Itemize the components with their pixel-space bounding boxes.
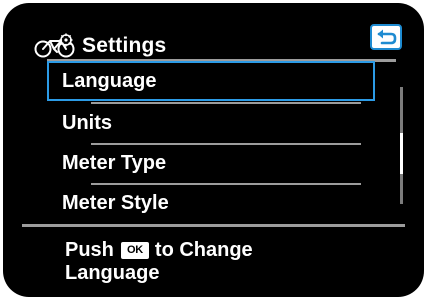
footer-hint: Push OK to Change Language	[65, 239, 253, 285]
menu-item-label: Meter Type	[62, 151, 167, 174]
footer-target: Language	[65, 262, 160, 284]
footer-divider	[22, 224, 405, 227]
return-arrow-icon	[377, 29, 397, 45]
menu-item-meter-style[interactable]: Meter Style	[47, 183, 375, 223]
bicycle-icon	[34, 33, 75, 58]
page-title: Settings	[82, 34, 167, 57]
menu-item-label: Meter Style	[62, 191, 169, 214]
menu-item-meter-type[interactable]: Meter Type	[47, 143, 375, 183]
ok-button-icon: OK	[120, 242, 149, 259]
back-button[interactable]	[370, 24, 402, 50]
scrollbar[interactable]	[400, 87, 403, 204]
device-screen: Settings Language Units Meter Type Meter…	[3, 3, 424, 297]
menu-item-units[interactable]: Units	[47, 103, 375, 143]
footer-line-2: Language	[65, 262, 253, 285]
menu-item-label: Units	[62, 111, 112, 134]
scrollbar-thumb[interactable]	[400, 133, 403, 174]
menu-item-label: Language	[62, 69, 157, 92]
header: Settings	[33, 30, 166, 62]
footer-prefix: Push	[65, 239, 114, 261]
footer-line-1: Push OK to Change	[65, 239, 253, 262]
footer-suffix: to Change	[154, 239, 253, 261]
menu-item-language[interactable]: Language	[47, 61, 375, 101]
